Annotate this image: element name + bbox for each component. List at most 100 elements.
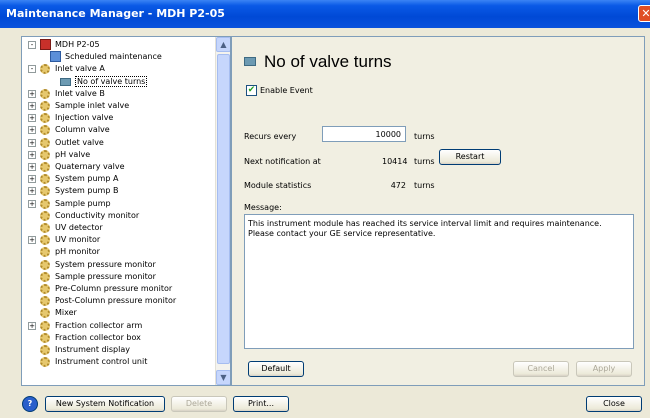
expand-icon[interactable]: +: [28, 138, 36, 147]
recurs-value: 10000: [375, 130, 401, 139]
tree-item[interactable]: + Fraction collector arm: [22, 320, 217, 332]
tree-item[interactable]: Conductivity monitor: [22, 210, 217, 222]
tree-scrollbar[interactable]: ▲ ▼: [215, 37, 230, 385]
new-system-notification-button[interactable]: New System Notification: [45, 396, 165, 412]
gear-icon: [40, 259, 50, 270]
tree-item[interactable]: Instrument display: [22, 344, 217, 356]
tree-item[interactable]: + Injection valve: [22, 112, 217, 124]
tree-item[interactable]: No of valve turns: [22, 75, 217, 88]
tree-item-label: Fraction collector arm: [55, 320, 143, 330]
tree-item-label: Quaternary valve: [55, 162, 125, 171]
tree-item[interactable]: + Quaternary valve: [22, 161, 217, 173]
message-label: Message:: [244, 203, 282, 212]
tree-item[interactable]: - Inlet valve A: [22, 63, 217, 75]
recurs-unit: turns: [414, 132, 435, 141]
gear-icon: [40, 357, 50, 368]
next-notification-value: 10414: [382, 157, 408, 166]
expand-icon[interactable]: +: [28, 175, 36, 184]
tree-item-label: Instrument display: [55, 345, 130, 354]
tree-item[interactable]: UV detector: [22, 222, 217, 234]
gear-icon: [40, 162, 50, 172]
tree-item[interactable]: Post-Column pressure monitor: [22, 295, 217, 307]
apply-button[interactable]: Apply: [576, 361, 632, 377]
tree-item[interactable]: Scheduled maintenance: [22, 51, 217, 63]
scroll-down-button[interactable]: ▼: [216, 370, 230, 385]
help-icon[interactable]: ?: [22, 396, 38, 412]
tree-item[interactable]: Instrument control unit: [22, 356, 217, 368]
tree-item-label: Inlet valve A: [55, 64, 105, 74]
expand-icon[interactable]: +: [28, 102, 36, 110]
detail-panel: No of valve turns ✔ Enable Event Recurs …: [231, 36, 645, 386]
expand-icon[interactable]: +: [28, 199, 36, 208]
expand-icon[interactable]: +: [28, 163, 36, 171]
tree-item[interactable]: + System pump B: [22, 185, 217, 197]
gear-icon: [40, 296, 50, 307]
restart-button[interactable]: Restart: [439, 149, 501, 165]
tree-item-label: Inlet valve B: [55, 88, 105, 98]
enable-event-checkbox[interactable]: ✔: [246, 85, 257, 96]
expand-icon[interactable]: +: [28, 150, 36, 159]
window-close-button[interactable]: ✕: [638, 5, 650, 22]
gear-icon: [40, 235, 50, 246]
tree-item[interactable]: System pressure monitor: [22, 259, 217, 271]
gear-icon: [40, 198, 50, 209]
tree-item[interactable]: + Column valve: [22, 124, 217, 136]
tree-item-label: Mixer: [55, 308, 77, 318]
module-statistics-unit: turns: [414, 181, 435, 190]
module-statistics-value: 472: [390, 181, 406, 190]
title-bar: Maintenance Manager - MDH P2-05 ✕: [0, 0, 650, 28]
tree-item[interactable]: Fraction collector box: [22, 332, 217, 344]
gear-icon: [40, 247, 50, 258]
tree-item[interactable]: + pH valve: [22, 149, 217, 161]
message-textarea[interactable]: This instrument module has reached its s…: [244, 214, 634, 349]
gear-icon: [40, 308, 50, 319]
collapse-icon[interactable]: -: [28, 65, 36, 74]
tree-item[interactable]: Pre-Column pressure monitor: [22, 283, 217, 295]
gear-icon: [40, 210, 50, 221]
expand-icon[interactable]: +: [28, 114, 36, 123]
expand-icon[interactable]: +: [28, 187, 36, 196]
tree-item-label: Scheduled maintenance: [65, 52, 162, 62]
print-button[interactable]: Print...: [233, 396, 289, 412]
expand-icon[interactable]: +: [28, 126, 36, 135]
tree-item[interactable]: Sample pressure monitor: [22, 271, 217, 283]
module-tree[interactable]: - MDH P2-05 Scheduled maintenance - Inlet va…: [21, 36, 231, 386]
gear-icon: [40, 345, 50, 355]
tree-item[interactable]: + Sample inlet valve: [22, 100, 217, 112]
system-icon: [40, 39, 51, 50]
next-notification-label: Next notification at: [244, 157, 321, 166]
expand-icon[interactable]: +: [28, 89, 36, 98]
tree-item[interactable]: + Outlet valve: [22, 137, 217, 149]
tree-item-label: Injection valve: [55, 113, 114, 123]
cancel-button[interactable]: Cancel: [513, 361, 569, 377]
gear-icon: [40, 113, 50, 124]
recurs-every-input[interactable]: 10000: [322, 126, 406, 142]
tree-item-label: Column valve: [55, 125, 110, 135]
tree-item[interactable]: Mixer: [22, 307, 217, 319]
gear-icon: [40, 88, 50, 99]
tree-item[interactable]: pH monitor: [22, 246, 217, 258]
delete-button[interactable]: Delete: [171, 396, 227, 412]
tree-item[interactable]: + System pump A: [22, 173, 217, 185]
tree-item-label: Sample pump: [55, 198, 111, 208]
window-title: Maintenance Manager - MDH P2-05: [6, 7, 225, 20]
tree-item-label: Sample inlet valve: [55, 101, 130, 110]
tree-item-label: Conductivity monitor: [55, 210, 140, 220]
counter-icon: [244, 57, 256, 66]
tree-item-label: UV detector: [55, 223, 103, 232]
tree-item[interactable]: - MDH P2-05: [22, 39, 217, 51]
tree-item[interactable]: + Inlet valve B: [22, 88, 217, 100]
next-notification-unit: turns: [414, 157, 435, 166]
tree-item-label: Sample pressure monitor: [55, 271, 156, 281]
tree-item[interactable]: + Sample pump: [22, 198, 217, 210]
collapse-icon[interactable]: -: [28, 41, 36, 49]
scroll-up-button[interactable]: ▲: [216, 37, 230, 52]
default-button[interactable]: Default: [248, 361, 304, 377]
tree-item[interactable]: + UV monitor: [22, 234, 217, 246]
expand-icon[interactable]: +: [28, 236, 36, 245]
gear-icon: [40, 149, 50, 160]
scroll-thumb[interactable]: [217, 54, 230, 364]
close-button[interactable]: Close: [586, 396, 642, 412]
gear-icon: [40, 320, 50, 331]
expand-icon[interactable]: +: [28, 321, 36, 330]
